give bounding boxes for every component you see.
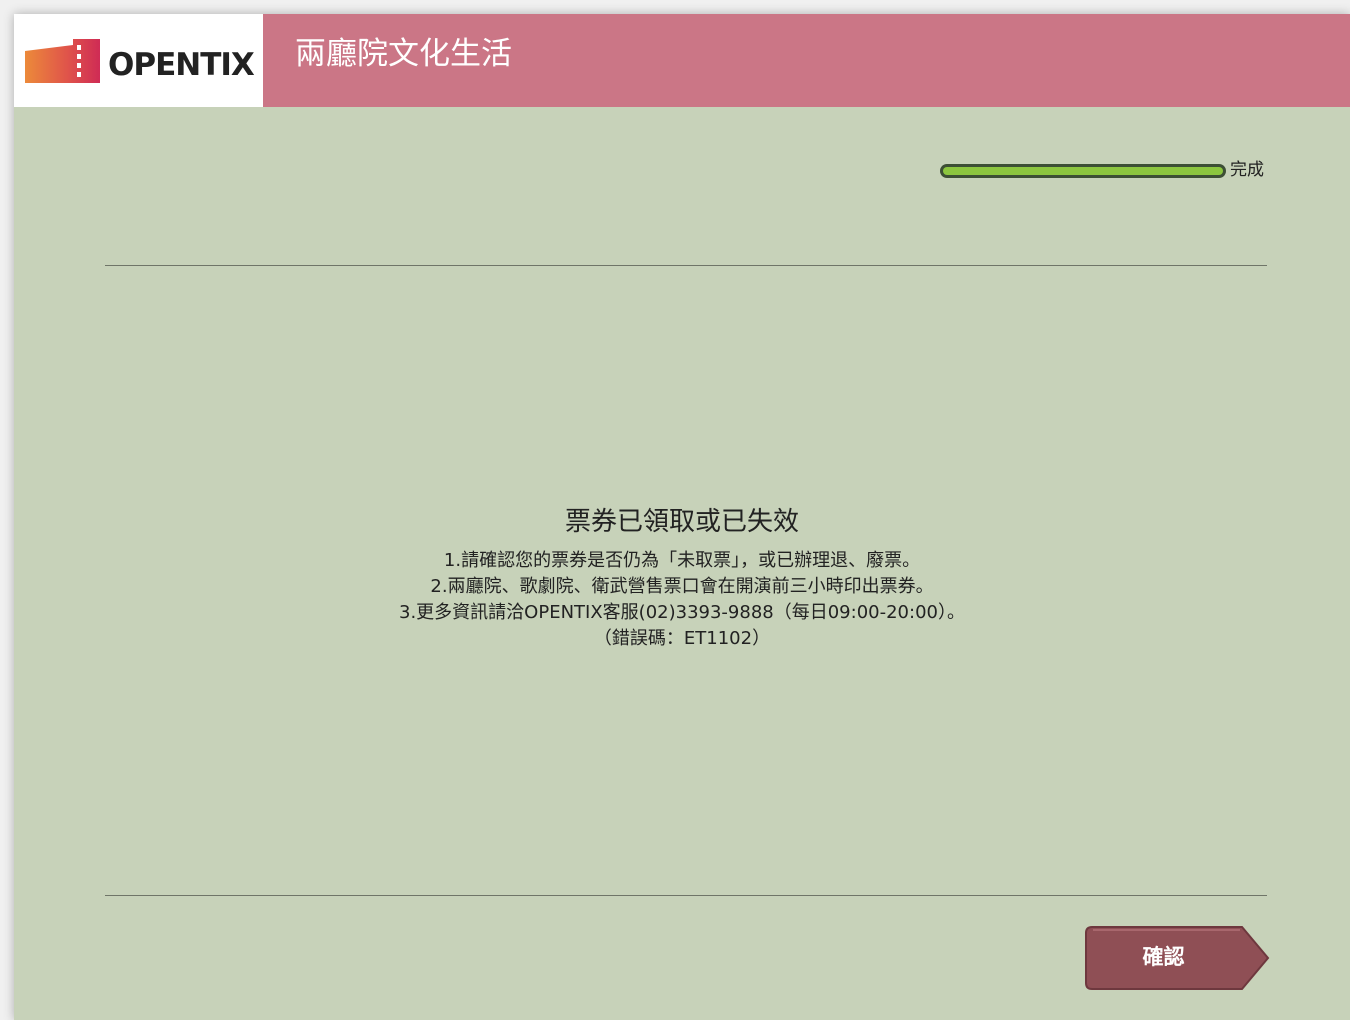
logo-text: OPENTIX (108, 47, 255, 83)
confirm-button-label: 確認 (1142, 945, 1185, 969)
kiosk-window: OPENTIX 兩廳院文化生活 完成 票券已領取或已失效 1.請確認您的票券是否… (14, 14, 1350, 1020)
message-title: 票券已領取或已失效 (564, 507, 799, 537)
message-line-2: 2.兩廳院、歌劇院、衛武營售票口會在開演前三小時印出票券。 (430, 576, 934, 597)
message-line-1: 1.請確認您的票券是否仍為「未取票」，或已辦理退、廢票。 (443, 550, 921, 571)
header-bar: OPENTIX 兩廳院文化生活 (14, 14, 1350, 107)
header-title: 兩廳院文化生活 (295, 36, 512, 72)
divider-bottom (105, 895, 1267, 896)
confirm-button[interactable]: 確認 (1085, 926, 1270, 991)
divider-top (105, 265, 1267, 266)
opentix-logo: OPENTIX (14, 14, 263, 107)
ticket-logo-icon (25, 39, 100, 83)
error-code: （錯誤碼：ET1102） (593, 628, 771, 649)
progress-label: 完成 (1230, 160, 1264, 180)
error-message: 票券已領取或已失效 1.請確認您的票券是否仍為「未取票」，或已辦理退、廢票。 2… (14, 504, 1350, 652)
message-line-3: 3.更多資訊請洽OPENTIX客服(02)3393-9888（每日09:00-2… (399, 602, 965, 623)
progress-bar (940, 164, 1226, 178)
progress-bar-fill (943, 167, 1223, 175)
